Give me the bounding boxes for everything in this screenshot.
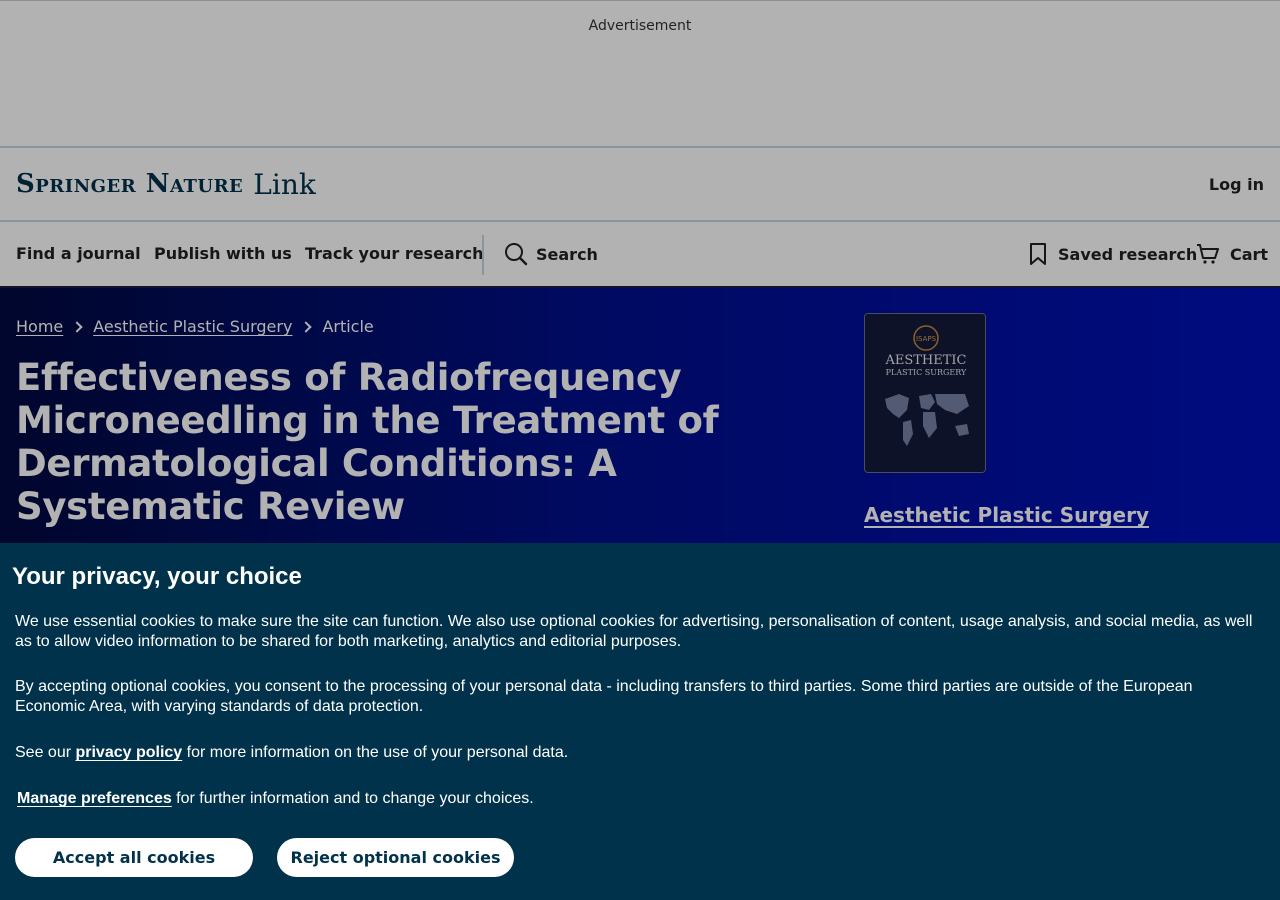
cookie-paragraph-4: Manage preferences for further informati… <box>17 789 1257 809</box>
manage-text-after: for further information and to change yo… <box>171 790 534 807</box>
cookie-paragraph-2: By accepting optional cookies, you conse… <box>15 678 1193 715</box>
cookie-heading: Your privacy, your choice <box>12 563 302 590</box>
privacy-text-before: See our <box>15 744 76 761</box>
cookie-paragraph-3: See our privacy policy for more informat… <box>15 743 1255 763</box>
accept-all-cookies-button[interactable]: Accept all cookies <box>15 838 253 877</box>
manage-preferences-link[interactable]: Manage preferences <box>17 790 172 807</box>
privacy-policy-link[interactable]: privacy policy <box>75 744 182 761</box>
reject-optional-cookies-button[interactable]: Reject optional cookies <box>277 838 514 877</box>
cookie-consent-banner: Your privacy, your choice We use essenti… <box>0 543 1280 900</box>
page-dim-overlay <box>0 0 1280 543</box>
privacy-text-after: for more information on the use of your … <box>182 744 569 761</box>
cookie-paragraph-1: We use essential cookies to make sure th… <box>15 613 1253 650</box>
